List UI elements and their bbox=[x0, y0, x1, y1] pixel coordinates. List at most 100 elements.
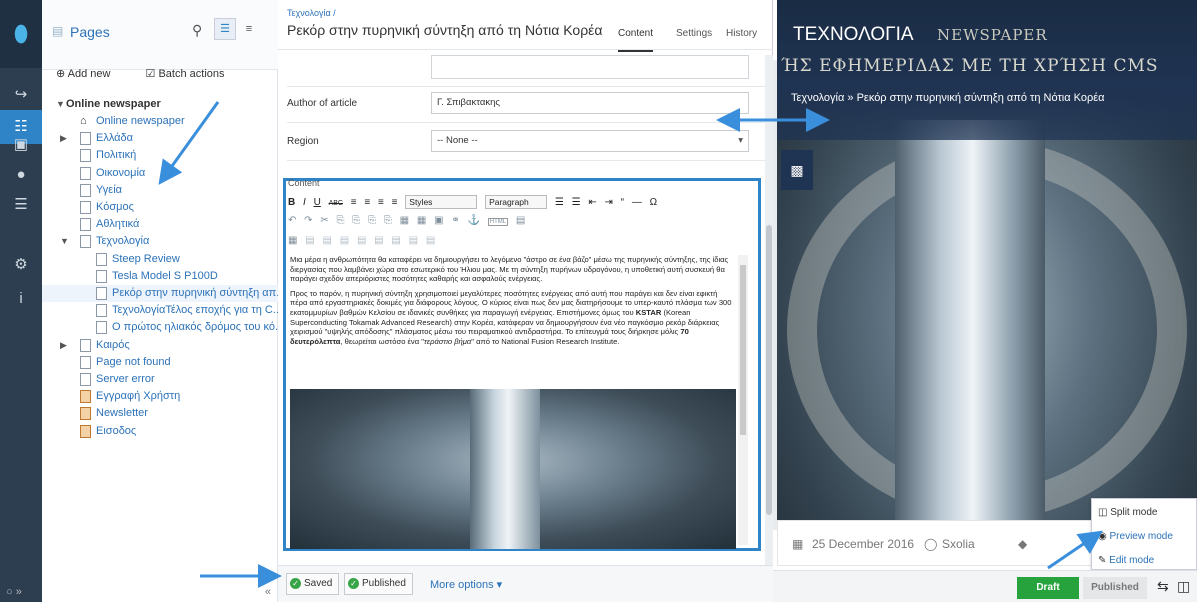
edit-mode-option[interactable]: ✎ Edit mode bbox=[1098, 555, 1154, 566]
settings-menu-icon[interactable]: ⚙ bbox=[0, 248, 42, 282]
edit-table-icon[interactable]: ▦ bbox=[288, 235, 297, 246]
reports-menu-icon[interactable]: ● bbox=[0, 158, 42, 192]
insert-flash-icon[interactable]: ▣ bbox=[434, 215, 443, 226]
summary-textarea[interactable] bbox=[431, 55, 749, 79]
expand-right-icon[interactable]: ▶ bbox=[60, 337, 67, 354]
italic-button[interactable]: I bbox=[303, 197, 306, 208]
logout-icon[interactable]: ↪ bbox=[0, 78, 42, 112]
draft-button[interactable]: Draft bbox=[1017, 577, 1079, 599]
search-icon[interactable]: ⚲ bbox=[192, 22, 202, 39]
tab-content[interactable]: Content bbox=[618, 28, 654, 52]
blockquote-icon[interactable]: “ bbox=[621, 197, 624, 208]
styles-dropdown[interactable]: Styles bbox=[405, 195, 478, 209]
cell-props-icon[interactable]: ▤ bbox=[322, 235, 331, 246]
help-menu-icon[interactable]: i bbox=[0, 282, 42, 316]
format-dropdown[interactable]: Paragraph bbox=[485, 195, 548, 209]
tree-item[interactable]: Ρεκόρ στην πυρηνική σύντηξη απ... bbox=[42, 285, 278, 302]
insert-media-icon[interactable]: ▦ bbox=[417, 215, 426, 226]
tree-item[interactable]: Newsletter bbox=[42, 405, 278, 422]
preview-breadcrumb[interactable]: Τεχνολογία » Ρεκόρ στην πυρηνική σύντηξη… bbox=[791, 92, 1104, 104]
breadcrumb[interactable]: Τεχνολογία / bbox=[287, 8, 336, 18]
indent-icon[interactable]: ⇥ bbox=[605, 197, 613, 208]
cut-icon[interactable]: ✂ bbox=[320, 215, 328, 226]
tree-item[interactable]: Πολιτική bbox=[42, 147, 278, 164]
saved-button[interactable]: ✓ Saved bbox=[286, 573, 340, 595]
align-center-icon[interactable]: ≡ bbox=[364, 197, 370, 208]
more-options-button[interactable]: More options ▾ bbox=[430, 578, 502, 591]
tree-item[interactable]: Steep Review bbox=[42, 251, 278, 268]
bullet-list-icon[interactable]: ☰ bbox=[555, 197, 564, 208]
tree-item[interactable]: Εγγραφή Χρήστη bbox=[42, 388, 278, 405]
strikethrough-button[interactable]: ABC bbox=[329, 200, 343, 207]
html-source-button[interactable]: HTML bbox=[487, 218, 509, 226]
tree-item[interactable]: Page not found bbox=[42, 354, 278, 371]
tree-item[interactable]: Tesla Model S P100D bbox=[42, 268, 278, 285]
tree-item[interactable]: ⌂ Online newspaper bbox=[42, 113, 278, 130]
preview-mode-option[interactable]: ◉ Preview mode bbox=[1098, 531, 1173, 542]
scrollbar-thumb[interactable] bbox=[740, 265, 746, 435]
paste-icon[interactable]: ⎘ bbox=[352, 215, 360, 226]
redo-icon[interactable]: ↷ bbox=[304, 215, 312, 226]
tree-root[interactable]: ▼ Online newspaper bbox=[42, 96, 278, 113]
numbered-list-icon[interactable]: ☰ bbox=[572, 197, 581, 208]
article-image[interactable] bbox=[290, 389, 736, 549]
expand-down-icon[interactable]: ▼ bbox=[60, 233, 69, 250]
published-button[interactable]: Published bbox=[1083, 577, 1147, 599]
delete-row-icon[interactable]: ▤ bbox=[374, 235, 383, 246]
expand-down-icon[interactable]: ▼ bbox=[56, 96, 65, 113]
tree-view-icon[interactable]: ☰ bbox=[214, 18, 236, 40]
tree-item[interactable]: Server error bbox=[42, 371, 278, 388]
editor-scrollbar[interactable] bbox=[765, 55, 773, 565]
anchor-icon[interactable]: ⚓ bbox=[468, 215, 480, 226]
security-menu-icon[interactable]: ☰ bbox=[0, 188, 42, 222]
comments-link[interactable]: Sxolia bbox=[942, 537, 975, 551]
insert-image-icon[interactable]: ▦ bbox=[400, 215, 409, 226]
tree-item[interactable]: ▶ Ελλάδα bbox=[42, 130, 278, 147]
row-before-icon[interactable]: ▤ bbox=[340, 235, 349, 246]
align-left-icon[interactable]: ≡ bbox=[351, 197, 357, 208]
list-view-icon[interactable]: ≡ bbox=[238, 18, 260, 40]
menu-toggle-button[interactable]: ○ » bbox=[6, 586, 22, 598]
switch-icon[interactable]: ⇆ bbox=[1157, 578, 1169, 595]
batch-actions-button[interactable]: ☑ Batch actions bbox=[146, 68, 241, 80]
tree-item[interactable]: Ο πρώτος ηλιακός δρόμος του κό... bbox=[42, 319, 278, 336]
tree-item[interactable]: ▶ Καιρός bbox=[42, 337, 278, 354]
fullscreen-icon[interactable]: ▤ bbox=[516, 215, 525, 226]
tab-settings[interactable]: Settings bbox=[676, 28, 712, 39]
horizontal-rule-icon[interactable]: — bbox=[632, 197, 642, 208]
add-new-button[interactable]: ⊕ Add new bbox=[56, 68, 126, 80]
published-button[interactable]: ✓ Published bbox=[344, 573, 413, 595]
tree-item[interactable]: Αθλητικά bbox=[42, 216, 278, 233]
editor-body-scrollbar[interactable] bbox=[738, 255, 748, 545]
tree-item[interactable]: Κόσμος bbox=[42, 199, 278, 216]
align-justify-icon[interactable]: ≡ bbox=[392, 197, 398, 208]
tree-item[interactable]: Εισοδος bbox=[42, 423, 278, 440]
tree-item[interactable]: ▼ Τεχνολογία bbox=[42, 233, 278, 250]
tree-item[interactable]: Οικονομία bbox=[42, 165, 278, 182]
align-right-icon[interactable]: ≡ bbox=[378, 197, 384, 208]
author-field[interactable]: Γ. Σπιβακτακης bbox=[431, 92, 749, 114]
files-menu-icon[interactable]: ▣ bbox=[0, 128, 42, 162]
tab-history[interactable]: History bbox=[726, 28, 757, 39]
outdent-icon[interactable]: ⇤ bbox=[588, 197, 596, 208]
special-char-icon[interactable]: Ω bbox=[650, 197, 657, 208]
copy-icon[interactable]: ⎘ bbox=[337, 215, 345, 226]
split-mode-option[interactable]: ◫ Split mode bbox=[1098, 507, 1157, 518]
tree-item[interactable]: Υγεία bbox=[42, 182, 278, 199]
layout-icon[interactable]: ◫ bbox=[1177, 578, 1190, 595]
content-editor[interactable]: Content B I U ABC ≡ ≡ ≡ ≡ Styles Paragra… bbox=[283, 178, 761, 551]
cms-logo-icon[interactable]: ⬮ bbox=[0, 0, 42, 68]
undo-icon[interactable]: ↶ bbox=[288, 215, 296, 226]
underline-button[interactable]: U bbox=[314, 197, 321, 208]
bold-button[interactable]: B bbox=[288, 197, 295, 208]
paste-word-icon[interactable]: ⎘ bbox=[384, 215, 392, 226]
table-props-icon[interactable]: ▤ bbox=[305, 235, 314, 246]
paste-text-icon[interactable]: ⎘ bbox=[368, 215, 376, 226]
region-select[interactable]: -- None -- ▾ bbox=[431, 130, 749, 152]
scrollbar-thumb[interactable] bbox=[766, 225, 772, 515]
expand-right-icon[interactable]: ▶ bbox=[60, 130, 67, 147]
row-after-icon[interactable]: ▤ bbox=[357, 235, 366, 246]
col-before-icon[interactable]: ▤ bbox=[391, 235, 400, 246]
col-after-icon[interactable]: ▤ bbox=[409, 235, 418, 246]
tree-item[interactable]: ΤεχνολογίαΤέλος εποχής για τη C... bbox=[42, 302, 278, 319]
